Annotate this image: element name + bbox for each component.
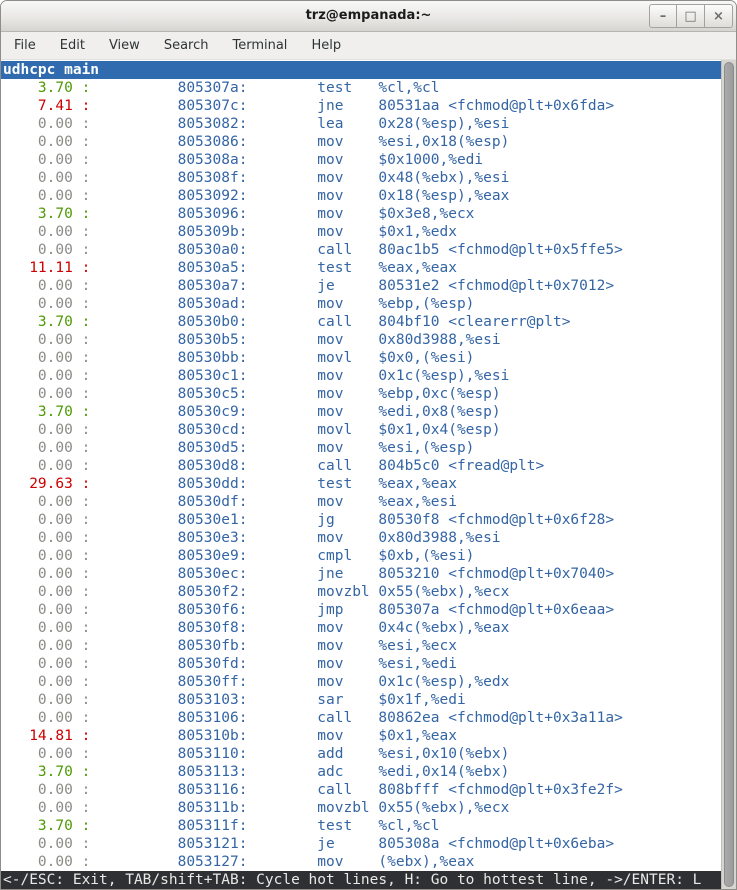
asm-row[interactable]: 0.00 : 8053103: sar $0x1f,%edi <box>3 691 721 709</box>
asm-row[interactable]: 3.70 : 80530c9: mov %edi,0x8(%esp) <box>3 403 721 421</box>
scrollbar[interactable] <box>721 60 736 889</box>
maximize-icon: □ <box>684 10 696 23</box>
asm-row[interactable]: 0.00 : 8053092: mov 0x18(%esp),%eax <box>3 187 721 205</box>
scrollbar-thumb[interactable] <box>724 62 734 887</box>
asm-row[interactable]: 0.00 : 80530f8: mov 0x4c(%ebx),%eax <box>3 619 721 637</box>
asm-row[interactable]: 0.00 : 8053086: mov %esi,0x18(%esp) <box>3 133 721 151</box>
asm-row[interactable]: 3.70 : 805307a: test %cl,%cl <box>3 79 721 97</box>
asm-row[interactable]: 11.11 : 80530a5: test %eax,%eax <box>3 259 721 277</box>
window-controls: – □ × <box>649 4 733 28</box>
asm-row[interactable]: 0.00 : 80530fd: mov %esi,%edi <box>3 655 721 673</box>
close-icon: × <box>713 10 724 23</box>
asm-row[interactable]: 0.00 : 80530ff: mov 0x1c(%esp),%edx <box>3 673 721 691</box>
asm-row[interactable]: 3.70 : 8053096: mov $0x3e8,%ecx <box>3 205 721 223</box>
close-button[interactable]: × <box>705 4 733 28</box>
asm-rows: 3.70 : 805307a: test %cl,%cl 7.41 : 8053… <box>1 79 721 871</box>
asm-row[interactable]: 0.00 : 80530a0: call 80ac1b5 <fchmod@plt… <box>3 241 721 259</box>
window-title: trz@empanada:~ <box>1 8 736 23</box>
asm-row[interactable]: 0.00 : 80530e1: jg 80530f8 <fchmod@plt+0… <box>3 511 721 529</box>
menu-item-terminal[interactable]: Terminal <box>220 32 299 59</box>
asm-row[interactable]: 0.00 : 80530ad: mov %ebp,(%esp) <box>3 295 721 313</box>
menubar: FileEditViewSearchTerminalHelp <box>1 32 736 60</box>
asm-row[interactable]: 14.81 : 805310b: mov $0x1,%eax <box>3 727 721 745</box>
asm-row[interactable]: 0.00 : 80530b5: mov 0x80d3988,%esi <box>3 331 721 349</box>
asm-row[interactable]: 0.00 : 805308f: mov 0x48(%ebx),%esi <box>3 169 721 187</box>
asm-row[interactable]: 0.00 : 80530cd: movl $0x1,0x4(%esp) <box>3 421 721 439</box>
perf-symbol-header[interactable]: udhcpc main <box>1 61 721 79</box>
asm-row[interactable]: 0.00 : 8053110: add %esi,0x10(%ebx) <box>3 745 721 763</box>
asm-row[interactable]: 0.00 : 8053116: call 808bfff <fchmod@plt… <box>3 781 721 799</box>
asm-row[interactable]: 0.00 : 80530bb: movl $0x0,(%esi) <box>3 349 721 367</box>
asm-row[interactable]: 0.00 : 80530ec: jne 8053210 <fchmod@plt+… <box>3 565 721 583</box>
minimize-button[interactable]: – <box>649 4 677 28</box>
perf-annotate-screen: udhcpc main 3.70 : 805307a: test %cl,%cl… <box>1 60 721 889</box>
terminal-view: udhcpc main 3.70 : 805307a: test %cl,%cl… <box>1 60 736 889</box>
asm-row[interactable]: 0.00 : 80530c1: mov 0x1c(%esp),%esi <box>3 367 721 385</box>
minimize-icon: – <box>660 10 667 23</box>
asm-row[interactable]: 0.00 : 80530d5: mov %esi,(%esp) <box>3 439 721 457</box>
titlebar[interactable]: trz@empanada:~ – □ × <box>1 1 736 32</box>
asm-row[interactable]: 29.63 : 80530dd: test %eax,%eax <box>3 475 721 493</box>
asm-row[interactable]: 0.00 : 80530df: mov %eax,%esi <box>3 493 721 511</box>
asm-row[interactable]: 0.00 : 80530e9: cmpl $0xb,(%esi) <box>3 547 721 565</box>
asm-row[interactable]: 0.00 : 805311b: movzbl 0x55(%ebx),%ecx <box>3 799 721 817</box>
terminal-window: trz@empanada:~ – □ × FileEditViewSearchTer… <box>0 0 737 890</box>
asm-row[interactable]: 3.70 : 805311f: test %cl,%cl <box>3 817 721 835</box>
asm-row[interactable]: 0.00 : 80530e3: mov 0x80d3988,%esi <box>3 529 721 547</box>
maximize-button[interactable]: □ <box>677 4 705 28</box>
menu-item-file[interactable]: File <box>2 32 48 59</box>
asm-row[interactable]: 3.70 : 8053113: adc %edi,0x14(%ebx) <box>3 763 721 781</box>
asm-row[interactable]: 0.00 : 8053106: call 80862ea <fchmod@plt… <box>3 709 721 727</box>
menu-item-help[interactable]: Help <box>299 32 353 59</box>
asm-row[interactable]: 0.00 : 805309b: mov $0x1,%edx <box>3 223 721 241</box>
asm-row[interactable]: 3.70 : 80530b0: call 804bf10 <clearerr@p… <box>3 313 721 331</box>
asm-row[interactable]: 0.00 : 80530a7: je 80531e2 <fchmod@plt+0… <box>3 277 721 295</box>
asm-row[interactable]: 0.00 : 8053121: je 805308a <fchmod@plt+0… <box>3 835 721 853</box>
asm-row[interactable]: 0.00 : 80530f6: jmp 805307a <fchmod@plt+… <box>3 601 721 619</box>
asm-row[interactable]: 0.00 : 80530d8: call 804b5c0 <fread@plt> <box>3 457 721 475</box>
asm-row[interactable]: 0.00 : 8053127: mov (%ebx),%eax <box>3 853 721 871</box>
asm-row[interactable]: 7.41 : 805307c: jne 80531aa <fchmod@plt+… <box>3 97 721 115</box>
asm-row[interactable]: 0.00 : 80530c5: mov %ebp,0xc(%esp) <box>3 385 721 403</box>
asm-row[interactable]: 0.00 : 8053082: lea 0x28(%esp),%esi <box>3 115 721 133</box>
asm-row[interactable]: 0.00 : 80530f2: movzbl 0x55(%ebx),%ecx <box>3 583 721 601</box>
perf-status-bar: <-/ESC: Exit, TAB/shift+TAB: Cycle hot l… <box>1 871 721 889</box>
menu-item-view[interactable]: View <box>97 32 152 59</box>
menu-item-search[interactable]: Search <box>152 32 221 59</box>
menu-item-edit[interactable]: Edit <box>48 32 97 59</box>
asm-row[interactable]: 0.00 : 80530fb: mov %esi,%ecx <box>3 637 721 655</box>
asm-row[interactable]: 0.00 : 805308a: mov $0x1000,%edi <box>3 151 721 169</box>
